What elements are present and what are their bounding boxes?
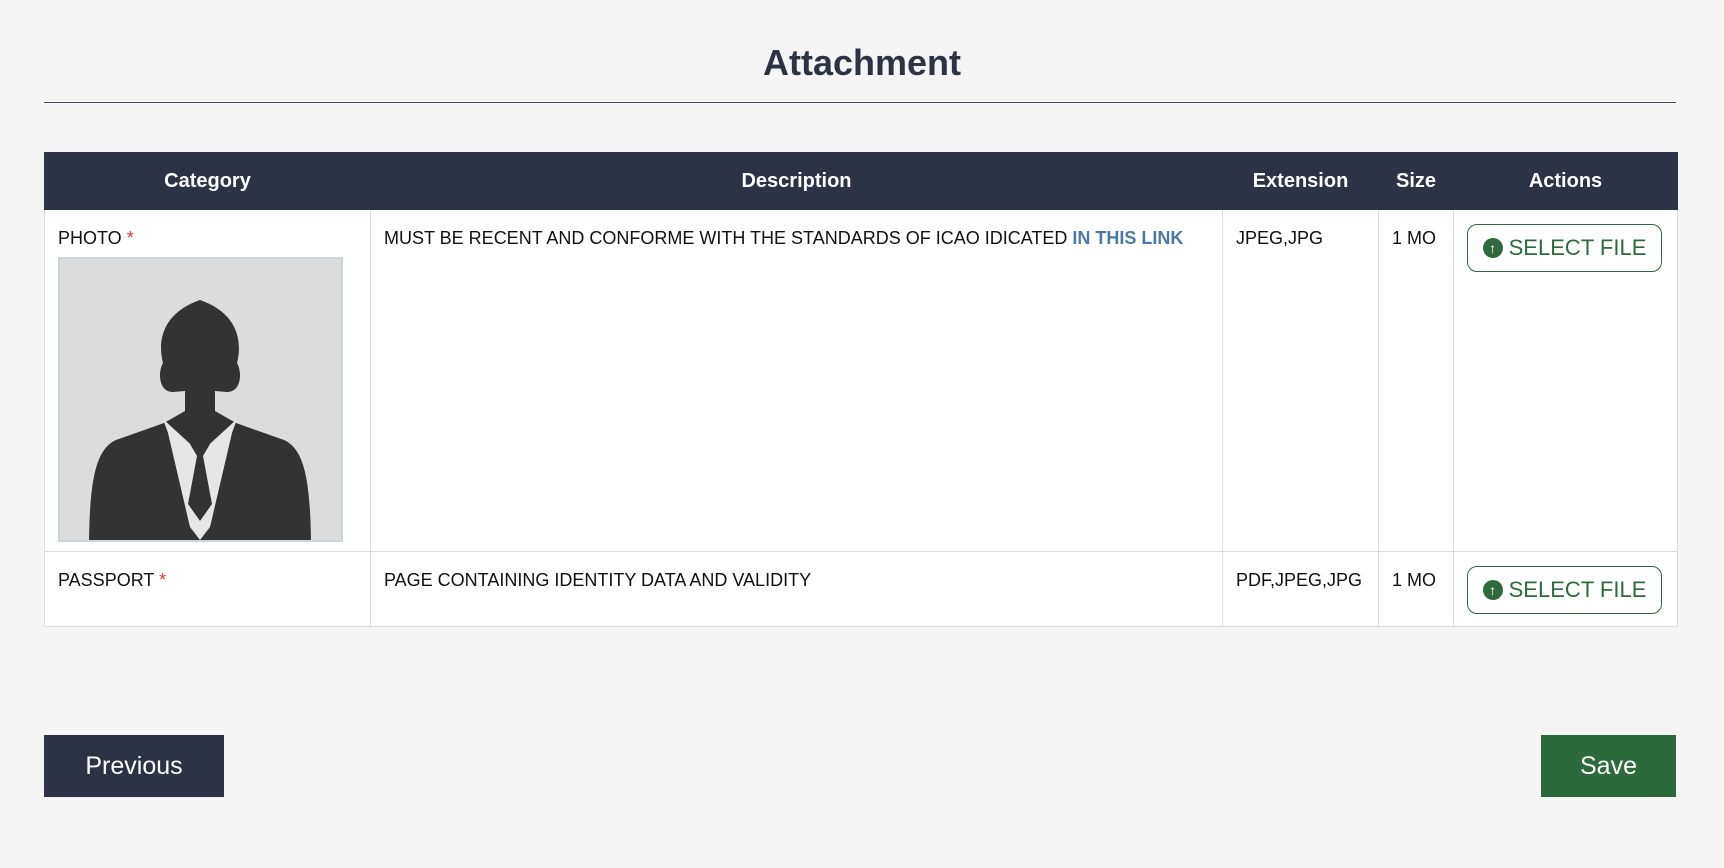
title-divider (44, 102, 1676, 103)
save-button[interactable]: Save (1541, 735, 1676, 797)
attachment-page: Attachment Category Description Extensio… (0, 0, 1724, 868)
cell-category: PHOTO * (44, 209, 371, 552)
previous-button[interactable]: Previous (44, 735, 224, 797)
cell-extension: JPEG,JPG (1222, 209, 1379, 552)
required-marker: * (126, 228, 134, 248)
header-category: Category (44, 152, 371, 210)
cell-description: MUST BE RECENT AND CONFORME WITH THE STA… (370, 209, 1223, 552)
cell-actions: ↑ SELECT FILE (1453, 209, 1678, 552)
upload-icon: ↑ (1482, 580, 1503, 600)
description-text: MUST BE RECENT AND CONFORME WITH THE STA… (384, 228, 1068, 248)
cell-size: 1 MO (1378, 551, 1454, 627)
header-extension: Extension (1222, 152, 1379, 210)
select-file-passport-button[interactable]: ↑ SELECT FILE (1467, 566, 1662, 614)
attachment-table: Category Description Extension Size Acti… (44, 152, 1678, 627)
header-size: Size (1378, 152, 1454, 210)
category-label: PASSPORT (58, 570, 155, 590)
photo-placeholder (58, 257, 343, 542)
page-title: Attachment (762, 42, 962, 83)
table-row-photo: PHOTO * MUST BE RECENT AND CONFORME WITH… (44, 209, 1678, 552)
cell-actions: ↑ SELECT FILE (1453, 551, 1678, 627)
select-file-label: SELECT FILE (1508, 577, 1647, 602)
header-description: Description (370, 152, 1223, 210)
select-file-photo-button[interactable]: ↑ SELECT FILE (1467, 224, 1662, 272)
header-actions: Actions (1453, 152, 1678, 210)
select-file-label: SELECT FILE (1508, 235, 1647, 260)
cell-extension: PDF,JPEG,JPG (1222, 551, 1379, 627)
table-header-row: Category Description Extension Size Acti… (44, 152, 1678, 210)
table-row-passport: PASSPORT * PAGE CONTAINING IDENTITY DATA… (44, 551, 1678, 627)
cell-size: 1 MO (1378, 209, 1454, 552)
cell-description: PAGE CONTAINING IDENTITY DATA AND VALIDI… (370, 551, 1223, 627)
category-label: PHOTO (58, 228, 122, 248)
upload-icon: ↑ (1482, 238, 1503, 258)
icao-standards-link[interactable]: IN THIS LINK (1072, 228, 1183, 248)
required-marker: * (159, 570, 167, 590)
cell-category: PASSPORT * (44, 551, 371, 627)
person-silhouette-icon (60, 259, 341, 540)
description-text: PAGE CONTAINING IDENTITY DATA AND VALIDI… (384, 570, 812, 590)
